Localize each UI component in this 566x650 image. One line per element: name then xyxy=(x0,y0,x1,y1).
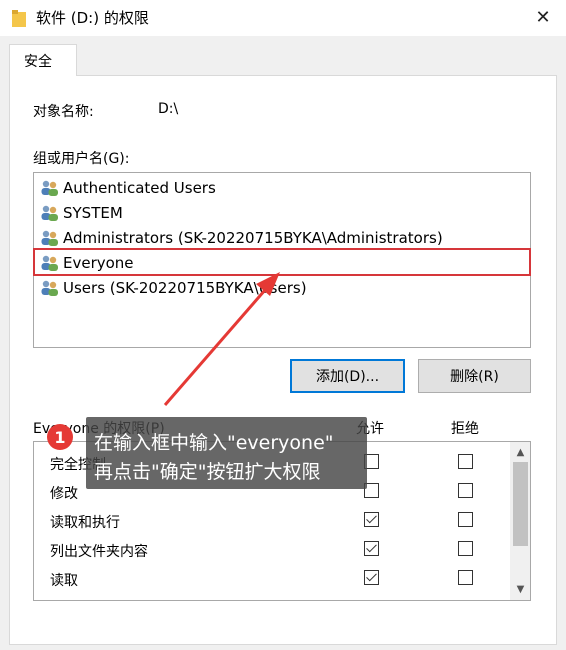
users-icon xyxy=(41,230,58,246)
title-bar: 软件 (D:) 的权限 ✕ xyxy=(0,0,566,36)
users-icon xyxy=(41,205,58,221)
permission-name: 读取 xyxy=(50,573,78,589)
window-title: 软件 (D:) 的权限 xyxy=(36,9,149,27)
allow-checkbox[interactable] xyxy=(364,541,379,556)
scroll-down-icon[interactable]: ▼ xyxy=(510,580,530,598)
user-label: Administrators (SK-20220715BYKA\Administ… xyxy=(63,229,443,247)
annotation-line-1: 在输入框中输入"everyone" xyxy=(94,432,334,454)
permission-name: 修改 xyxy=(50,486,78,502)
users-icon xyxy=(41,180,58,196)
close-button[interactable]: ✕ xyxy=(526,0,560,34)
list-item-selected[interactable]: Everyone xyxy=(40,252,134,274)
folder-icon xyxy=(12,10,26,27)
scrollbar[interactable]: ▲ ▼ xyxy=(510,442,530,600)
user-label: Users (SK-20220715BYKA\Users) xyxy=(63,279,307,297)
deny-checkbox[interactable] xyxy=(458,541,473,556)
permission-name: 读取和执行 xyxy=(50,515,120,531)
users-list[interactable]: Authenticated Users SYSTEM Administrator… xyxy=(33,172,531,348)
deny-checkbox[interactable] xyxy=(458,512,473,527)
user-label: Everyone xyxy=(63,254,134,272)
annotation-line-2: 再点击"确定"按钮扩大权限 xyxy=(94,461,321,483)
list-item[interactable]: SYSTEM xyxy=(40,202,123,224)
object-name-value: D:\ xyxy=(158,101,179,117)
allow-checkbox[interactable] xyxy=(364,512,379,527)
deny-checkbox[interactable] xyxy=(458,454,473,469)
list-item[interactable]: Administrators (SK-20220715BYKA\Administ… xyxy=(40,227,443,249)
user-label: SYSTEM xyxy=(63,204,123,222)
scroll-thumb[interactable] xyxy=(513,462,528,546)
scroll-up-icon[interactable]: ▲ xyxy=(510,443,530,461)
deny-checkbox[interactable] xyxy=(458,570,473,585)
close-icon: ✕ xyxy=(535,6,551,28)
object-name-label: 对象名称: xyxy=(33,104,94,120)
users-list-label: 组或用户名(G): xyxy=(33,151,130,167)
deny-checkbox[interactable] xyxy=(458,483,473,498)
users-icon xyxy=(41,280,58,296)
allow-checkbox[interactable] xyxy=(364,570,379,585)
list-item[interactable]: Users (SK-20220715BYKA\Users) xyxy=(40,277,307,299)
step-badge: 1 xyxy=(47,424,73,450)
tab-security[interactable]: 安全 xyxy=(9,44,77,76)
remove-button[interactable]: 删除(R) xyxy=(418,359,531,393)
permission-name: 列出文件夹内容 xyxy=(50,544,148,560)
users-icon xyxy=(41,255,58,271)
add-button[interactable]: 添加(D)... xyxy=(290,359,405,393)
deny-header: 拒绝 xyxy=(451,421,479,437)
list-item[interactable]: Authenticated Users xyxy=(40,177,216,199)
user-label: Authenticated Users xyxy=(63,179,216,197)
